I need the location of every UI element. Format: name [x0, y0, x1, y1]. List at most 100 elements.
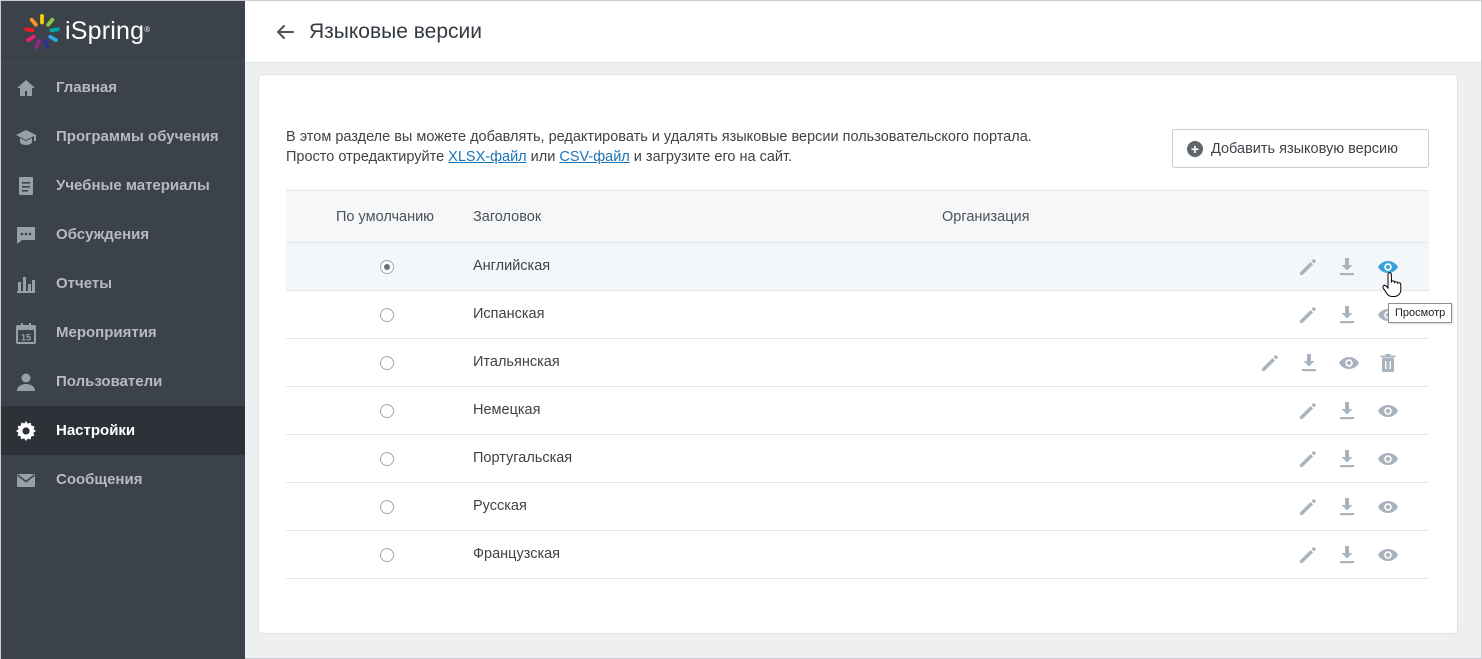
delete-button[interactable] [1377, 352, 1399, 374]
sidebar-item-label: Сообщения [56, 471, 143, 488]
intro-text: В этом разделе вы можете добавлять, реда… [286, 127, 1032, 167]
table-row[interactable]: Немецкая [286, 387, 1429, 435]
back-button[interactable] [275, 22, 295, 42]
download-icon [1302, 354, 1316, 372]
chat-icon [15, 224, 37, 246]
sidebar-item-label: Обсуждения [56, 226, 150, 243]
eye-icon [1339, 357, 1359, 369]
download-button[interactable] [1336, 304, 1358, 326]
intro-line-2: Просто отредактируйте XLSX-файл или CSV-… [286, 147, 1032, 167]
add-language-version-label: Добавить языковую версию [1211, 140, 1399, 157]
sidebar: iSpring ® Главная Программы обучения Учебны… [1, 1, 245, 659]
sidebar-item-home[interactable]: Главная [1, 63, 245, 112]
language-title: Итальянская [473, 354, 560, 370]
download-button[interactable] [1336, 544, 1358, 566]
edit-button[interactable] [1297, 400, 1319, 422]
pencil-icon [1300, 499, 1316, 515]
sidebar-item-discussions[interactable]: Обсуждения [1, 210, 245, 259]
column-header-organization[interactable]: Организация [942, 209, 1029, 225]
default-radio[interactable] [380, 452, 394, 466]
xlsx-file-link[interactable]: XLSX-файл [448, 149, 526, 165]
default-radio[interactable] [380, 356, 394, 370]
csv-file-link[interactable]: CSV-файл [559, 149, 629, 165]
edit-button[interactable] [1259, 352, 1281, 374]
table-row[interactable]: Французская [286, 531, 1429, 579]
pencil-icon [1300, 451, 1316, 467]
document-icon [15, 175, 37, 197]
default-radio[interactable] [380, 308, 394, 322]
column-header-title[interactable]: Заголовок [473, 209, 541, 225]
sidebar-item-reports[interactable]: Отчеты [1, 259, 245, 308]
sidebar-item-label: Настройки [56, 422, 136, 439]
sidebar-item-materials[interactable]: Учебные материалы [1, 161, 245, 210]
pencil-icon [1300, 307, 1316, 323]
table-row[interactable]: Португальская [286, 435, 1429, 483]
column-header-default[interactable]: По умолчанию [336, 209, 434, 225]
download-icon [1340, 450, 1354, 468]
ispring-logo-icon [24, 13, 60, 49]
intro-line-1: В этом разделе вы можете добавлять, реда… [286, 129, 1032, 145]
eye-icon [1378, 549, 1398, 561]
graduation-cap-icon [15, 126, 37, 148]
hand-cursor-icon [1382, 272, 1402, 297]
view-button[interactable] [1338, 352, 1360, 374]
pencil-icon [1300, 547, 1316, 563]
download-button[interactable] [1336, 448, 1358, 470]
download-button[interactable] [1336, 256, 1358, 278]
view-button[interactable] [1377, 448, 1399, 470]
pencil-icon [1262, 355, 1278, 371]
view-button[interactable] [1377, 400, 1399, 422]
sidebar-item-events[interactable]: 15 Мероприятия [1, 308, 245, 357]
edit-button[interactable] [1297, 496, 1319, 518]
default-radio[interactable] [380, 404, 394, 418]
sidebar-item-label: Учебные материалы [56, 177, 210, 194]
language-title: Французская [473, 546, 561, 562]
intro-line-2-middle: или [526, 149, 560, 165]
plus-circle-icon: + [1187, 140, 1203, 157]
language-table: По умолчанию Заголовок Организация Англи… [286, 190, 1429, 579]
arrow-left-icon [277, 24, 294, 39]
edit-button[interactable] [1297, 256, 1319, 278]
envelope-icon [15, 469, 37, 491]
edit-button[interactable] [1297, 544, 1319, 566]
calendar-icon: 15 [15, 322, 37, 344]
default-radio[interactable] [380, 500, 394, 514]
content-card: В этом разделе вы можете добавлять, реда… [258, 74, 1458, 634]
sidebar-item-label: Пользователи [56, 373, 163, 390]
sidebar-item-users[interactable]: Пользователи [1, 357, 245, 406]
sidebar-item-settings[interactable]: Настройки [1, 406, 245, 455]
table-row[interactable]: Итальянская [286, 339, 1429, 387]
table-body: Английская Испанская Итальянская Немецкая По… [286, 243, 1429, 579]
sidebar-item-label: Мероприятия [56, 324, 157, 341]
eye-icon [1378, 501, 1398, 513]
home-icon [15, 77, 37, 99]
edit-button[interactable] [1297, 448, 1319, 470]
view-button[interactable] [1377, 496, 1399, 518]
default-radio[interactable] [380, 548, 394, 562]
gear-icon [15, 420, 37, 442]
language-title: Немецкая [473, 402, 541, 418]
sidebar-item-messages[interactable]: Сообщения [1, 455, 245, 504]
trash-icon [1380, 354, 1396, 372]
download-button[interactable] [1298, 352, 1320, 374]
table-row[interactable]: Испанская [286, 291, 1429, 339]
default-radio[interactable] [380, 260, 394, 274]
sidebar-item-programs[interactable]: Программы обучения [1, 112, 245, 161]
logo-text: iSpring [65, 17, 145, 45]
add-language-version-button[interactable]: + Добавить языковую версию [1172, 129, 1429, 168]
download-icon [1340, 546, 1354, 564]
download-icon [1340, 402, 1354, 420]
logo[interactable]: iSpring ® [1, 1, 245, 63]
language-title: Русская [473, 498, 527, 514]
table-row[interactable]: Русская [286, 483, 1429, 531]
download-button[interactable] [1336, 400, 1358, 422]
logo-registered-mark: ® [144, 25, 151, 34]
table-row[interactable]: Английская [286, 243, 1429, 291]
view-button[interactable] [1377, 544, 1399, 566]
bar-chart-icon [15, 273, 37, 295]
language-title: Испанская [473, 306, 545, 322]
sidebar-item-label: Отчеты [56, 275, 113, 292]
download-button[interactable] [1336, 496, 1358, 518]
table-header: По умолчанию Заголовок Организация [286, 190, 1429, 243]
edit-button[interactable] [1297, 304, 1319, 326]
